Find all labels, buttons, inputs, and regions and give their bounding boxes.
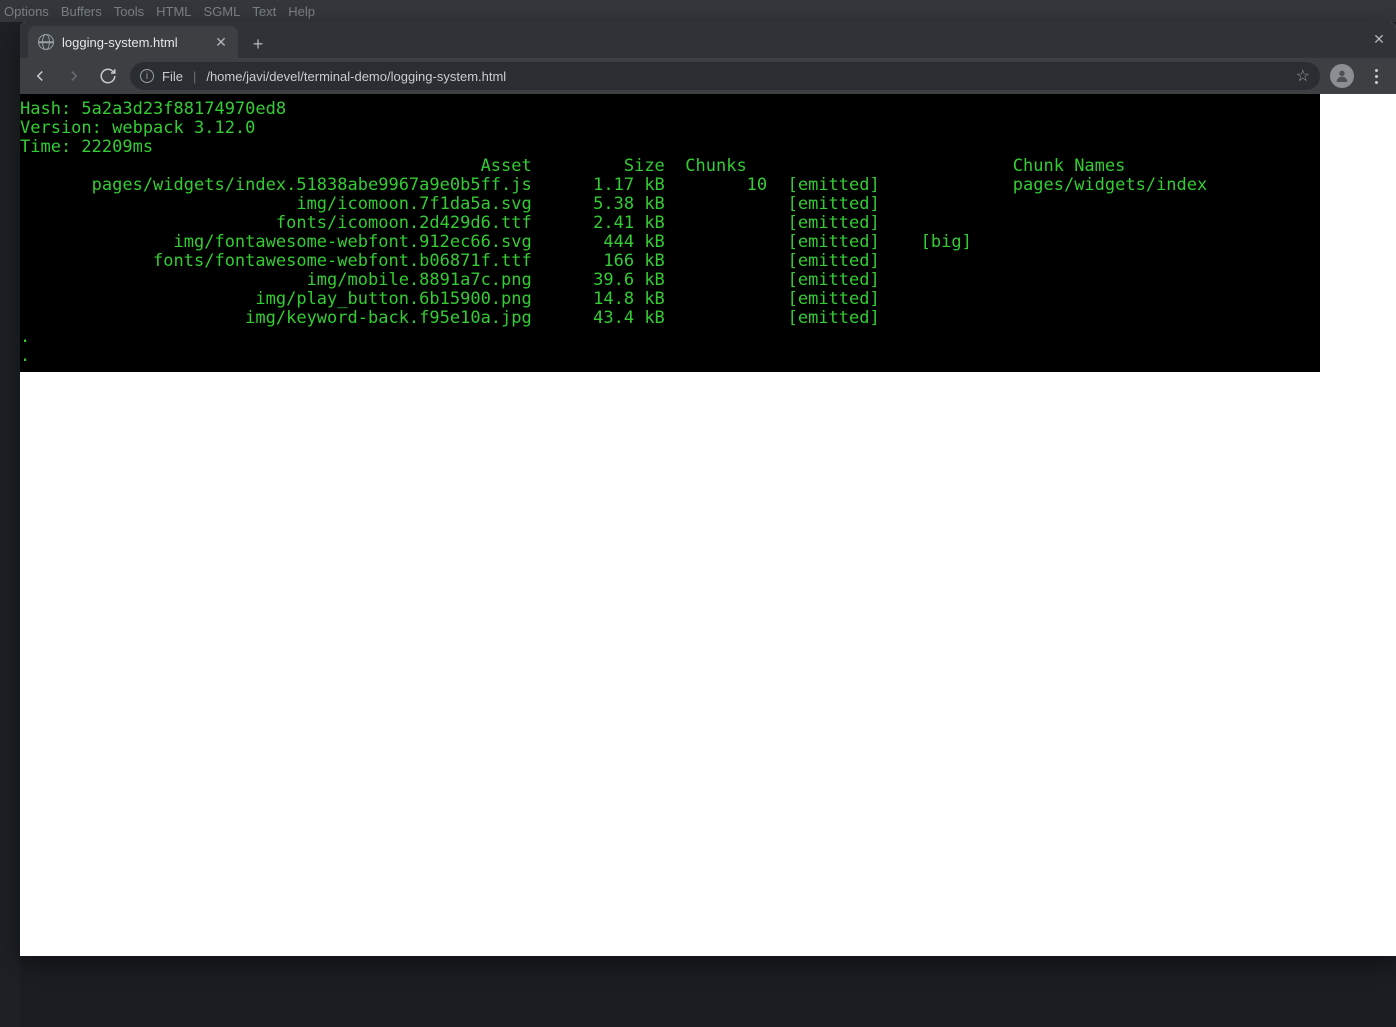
url-scheme: File [162,69,183,84]
close-tab-button[interactable]: ✕ [214,35,228,49]
background-editor-menubar: Options Buffers Tools HTML SGML Text Hel… [0,0,1396,22]
bg-menu-item: Help [288,4,315,19]
tab-title: logging-system.html [62,35,206,50]
browser-tab-active[interactable]: logging-system.html ✕ [28,26,238,58]
bg-menu-item: Buffers [61,4,102,19]
browser-toolbar: i File | /home/javi/devel/terminal-demo/… [20,58,1396,94]
new-tab-button[interactable]: + [244,30,272,58]
close-window-button[interactable]: ✕ [1370,30,1388,48]
back-button[interactable] [28,64,52,88]
background-editor-gutter [0,22,20,1027]
browser-tabbar: logging-system.html ✕ + ✕ [20,22,1396,58]
bg-menu-item: Tools [114,4,144,19]
address-bar[interactable]: i File | /home/javi/devel/terminal-demo/… [130,62,1320,90]
globe-icon [38,34,54,50]
bg-menu-item: Text [252,4,276,19]
bg-menu-item: Options [4,4,49,19]
terminal-pre: Hash: 5a2a3d23f88174970ed8 Version: webp… [20,100,1320,366]
profile-avatar[interactable] [1330,64,1354,88]
bg-menu-item: HTML [156,4,191,19]
browser-menu-button[interactable] [1364,69,1388,84]
forward-button[interactable] [62,64,86,88]
terminal-output: Hash: 5a2a3d23f88174970ed8 Version: webp… [20,94,1320,372]
url-path: /home/javi/devel/terminal-demo/logging-s… [206,69,506,84]
browser-window: logging-system.html ✕ + ✕ i File | /home… [20,22,1396,956]
url-separator: | [193,69,196,84]
bg-menu-item: SGML [204,4,241,19]
reload-button[interactable] [96,64,120,88]
bookmark-star-icon[interactable]: ☆ [1296,66,1310,86]
info-icon[interactable]: i [140,69,154,83]
page-viewport: Hash: 5a2a3d23f88174970ed8 Version: webp… [20,94,1396,956]
